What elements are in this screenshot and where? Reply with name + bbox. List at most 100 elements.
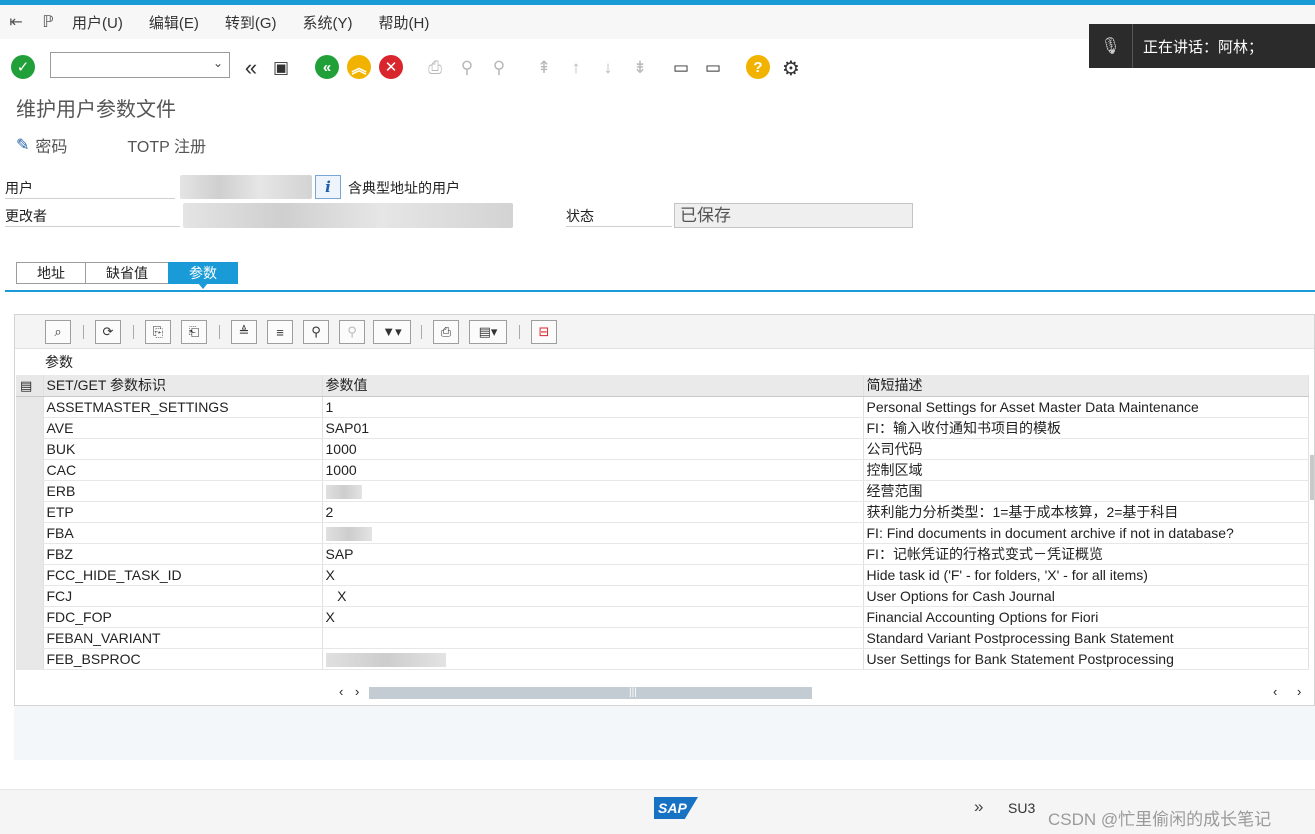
sort-descending-icon[interactable]: ≡ (267, 320, 293, 344)
copy-icon[interactable]: ⎘ (145, 320, 171, 344)
last-page-icon[interactable]: ⇟ (627, 55, 653, 81)
param-desc-cell[interactable]: 经营范围 (863, 480, 1309, 502)
previous-page-icon[interactable]: ↑ (563, 55, 589, 81)
param-value-cell[interactable]: 1000 (322, 438, 864, 460)
param-desc-cell[interactable]: Hide task id ('F' - for folders, 'X' - f… (863, 564, 1309, 586)
cancel-button[interactable]: ✕ (379, 55, 403, 79)
param-id-cell[interactable]: ERB (43, 480, 323, 502)
create-session-icon[interactable]: ▭ (668, 55, 694, 81)
column-header-description[interactable]: 简短描述 (863, 375, 1309, 397)
tab-parameters[interactable]: 参数 (168, 262, 238, 289)
menu-help[interactable]: 帮助(H) (379, 12, 430, 33)
back-button[interactable]: « (315, 55, 339, 79)
filter-icon[interactable]: ▼▾ (373, 320, 411, 344)
param-value-cell[interactable] (322, 522, 864, 544)
param-desc-cell[interactable]: FI：记帐凭证的行格式变式－凭证概览 (863, 543, 1309, 565)
row-selector[interactable] (16, 396, 44, 418)
row-selector[interactable] (16, 627, 44, 649)
table-row[interactable]: FCJ X User Options for Cash Journal (16, 585, 1309, 607)
table-row[interactable]: FBZ SAP FI：记帐凭证的行格式变式－凭证概览 (16, 543, 1309, 565)
table-row[interactable]: CAC 1000 控制区域 (16, 459, 1309, 481)
param-value-cell[interactable] (322, 627, 864, 649)
row-selector[interactable] (16, 543, 44, 565)
command-field[interactable]: ⌄ (50, 52, 230, 78)
row-selector[interactable] (16, 648, 44, 670)
user-field[interactable] (180, 175, 312, 199)
table-row[interactable]: FCC_HIDE_TASK_ID X Hide task id ('F' - f… (16, 564, 1309, 586)
param-value-cell[interactable]: X (322, 606, 864, 628)
param-value-cell[interactable]: 1000 (322, 459, 864, 481)
table-row[interactable]: ETP 2 获利能力分析类型：1=基于成本核算，2=基于科目 (16, 501, 1309, 523)
table-row[interactable]: AVE SAP01 FI：输入收付通知书项目的模板 (16, 417, 1309, 439)
tab-address[interactable]: 地址 (16, 262, 86, 284)
table-row[interactable]: FEB_BSPROC User Settings for Bank Statem… (16, 648, 1309, 670)
delete-row-icon[interactable]: ⊟ (531, 320, 557, 344)
param-desc-cell[interactable]: 控制区域 (863, 459, 1309, 481)
next-page-icon[interactable]: ↓ (595, 55, 621, 81)
horizontal-scrollbar[interactable]: ‹ › ||| ‹ › (325, 684, 1314, 702)
param-id-cell[interactable]: FDC_FOP (43, 606, 323, 628)
print-icon[interactable]: ⎙ (433, 320, 459, 344)
find-next-icon[interactable]: ⚲ (339, 320, 365, 344)
menu-goto[interactable]: 转到(G) (225, 12, 277, 33)
param-id-cell[interactable]: FEB_BSPROC (43, 648, 323, 670)
table-row[interactable]: FBA FI: Find documents in document archi… (16, 522, 1309, 544)
scroll-right-icon[interactable]: › (1297, 684, 1301, 699)
save-icon[interactable]: ▣ (268, 55, 294, 81)
export-icon[interactable]: ▤▾ (469, 320, 507, 344)
param-desc-cell[interactable]: Financial Accounting Options for Fiori (863, 606, 1309, 628)
param-value-cell[interactable]: X (322, 564, 864, 586)
param-id-cell[interactable]: BUK (43, 438, 323, 460)
table-row[interactable]: ERB 经营范围 (16, 480, 1309, 502)
expand-status-icon[interactable]: » (974, 797, 983, 817)
param-desc-cell[interactable]: User Settings for Bank Statement Postpro… (863, 648, 1309, 670)
row-selector[interactable] (16, 522, 44, 544)
menu-system[interactable]: 系统(Y) (303, 12, 353, 33)
find-icon[interactable]: ⚲ (454, 55, 480, 81)
param-id-cell[interactable]: FBZ (43, 543, 323, 565)
table-row[interactable]: FDC_FOP X Financial Accounting Options f… (16, 606, 1309, 628)
table-row[interactable]: FEBAN_VARIANT Standard Variant Postproce… (16, 627, 1309, 649)
shortcut-icon[interactable]: ▭ (700, 55, 726, 81)
row-selector[interactable] (16, 459, 44, 481)
mic-muted-icon[interactable]: 🎙 (1089, 24, 1133, 68)
param-id-cell[interactable]: AVE (43, 417, 323, 439)
transaction-code[interactable]: SU3 (1008, 800, 1035, 816)
param-desc-cell[interactable]: User Options for Cash Journal (863, 585, 1309, 607)
find-next-icon[interactable]: ⚲ (486, 55, 512, 81)
param-id-cell[interactable]: CAC (43, 459, 323, 481)
layout-icon[interactable]: ▤ (16, 378, 32, 393)
param-value-cell[interactable]: 2 (322, 501, 864, 523)
param-desc-cell[interactable]: Personal Settings for Asset Master Data … (863, 396, 1309, 418)
menu-exit-icon[interactable]: ⇤ (6, 12, 26, 32)
param-id-cell[interactable]: ASSETMASTER_SETTINGS (43, 396, 323, 418)
param-id-cell[interactable]: FBA (43, 522, 323, 544)
param-desc-cell[interactable]: FI：输入收付通知书项目的模板 (863, 417, 1309, 439)
password-button[interactable]: 密码 (35, 133, 67, 157)
scroll-left-icon[interactable]: ‹ (1273, 684, 1277, 699)
refresh-icon[interactable]: ⟳ (95, 320, 121, 344)
param-value-cell[interactable]: SAP (322, 543, 864, 565)
column-header-param-id[interactable]: SET/GET 参数标识 (43, 375, 323, 397)
param-value-cell[interactable] (322, 480, 864, 502)
scroll-right-icon[interactable]: › (355, 684, 359, 699)
sort-ascending-icon[interactable]: ≜ (231, 320, 257, 344)
param-desc-cell[interactable]: 获利能力分析类型：1=基于成本核算，2=基于科目 (863, 501, 1309, 523)
param-value-cell[interactable] (322, 648, 864, 670)
print-icon[interactable]: ⎙ (422, 55, 448, 81)
menu-edit[interactable]: 编辑(E) (149, 12, 199, 33)
row-selector[interactable] (16, 501, 44, 523)
param-value-cell[interactable]: SAP01 (322, 417, 864, 439)
param-value-cell[interactable]: 1 (322, 396, 864, 418)
tab-defaults[interactable]: 缺省值 (85, 262, 169, 284)
table-row[interactable]: BUK 1000 公司代码 (16, 438, 1309, 460)
row-selector[interactable] (16, 438, 44, 460)
param-desc-cell[interactable]: Standard Variant Postprocessing Bank Sta… (863, 627, 1309, 649)
first-page-icon[interactable]: ⇞ (531, 55, 557, 81)
paste-icon[interactable]: ⎗ (181, 320, 207, 344)
enter-button[interactable]: ✓ (11, 55, 35, 79)
totp-register-button[interactable]: TOTP 注册 (127, 133, 206, 157)
vertical-scrollbar[interactable] (1310, 455, 1314, 500)
param-id-cell[interactable]: FEBAN_VARIANT (43, 627, 323, 649)
column-header-param-value[interactable]: 参数值 (322, 375, 864, 397)
